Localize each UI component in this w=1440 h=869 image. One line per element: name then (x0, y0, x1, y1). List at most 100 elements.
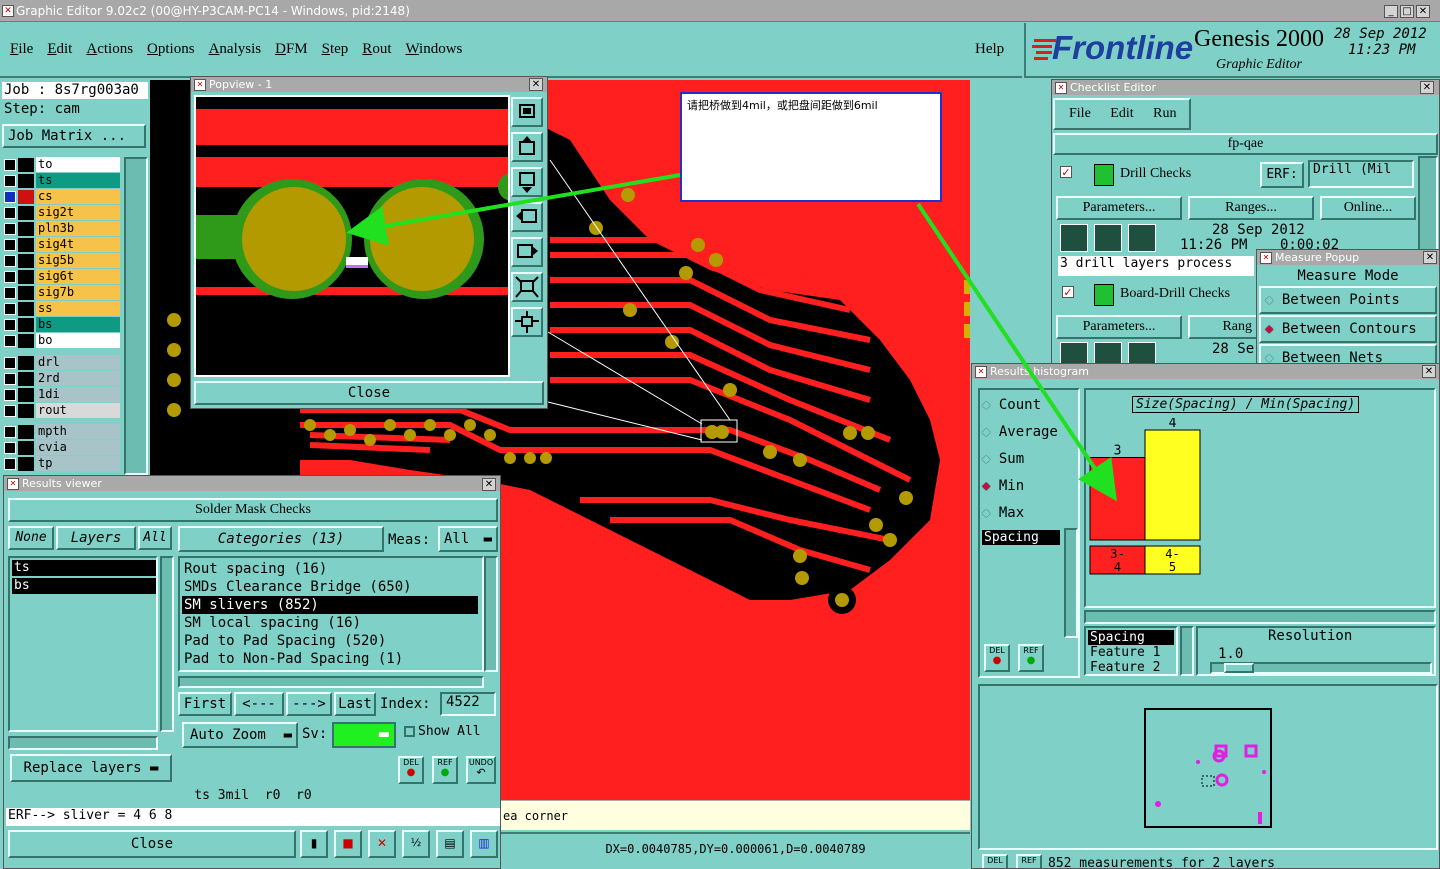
layer-row-to[interactable]: to (2, 157, 122, 173)
menu-rout[interactable]: Rout (362, 41, 391, 57)
layer-affected-toggle[interactable] (18, 174, 34, 188)
layer-row-2rd[interactable]: 2rd (2, 371, 122, 387)
ranges-button-2[interactable]: Rang (1188, 315, 1258, 339)
erf-value[interactable]: Drill (Mil (1308, 160, 1414, 188)
layer-row-bs[interactable]: bs (2, 317, 122, 333)
stat-field-scrollbar[interactable] (1064, 528, 1078, 638)
layer-row-cs[interactable]: cs (2, 189, 122, 205)
layer-row-drl[interactable]: drl (2, 355, 122, 371)
sv-color-dropdown[interactable]: ▬ (332, 722, 396, 748)
spacing-list-item[interactable]: Feature 1 (1088, 645, 1174, 660)
online-button[interactable]: Online... (1320, 196, 1416, 220)
spacing-list-item[interactable]: Feature 2 (1088, 660, 1174, 675)
layer-checkbox[interactable] (4, 458, 16, 470)
layer-row-sig2t[interactable]: sig2t (2, 205, 122, 221)
category-scrollbar[interactable] (484, 556, 498, 672)
layer-row-rout[interactable]: rout (2, 403, 122, 419)
zoom-out-icon[interactable] (511, 307, 543, 337)
results-layer-scrollbar[interactable] (160, 556, 174, 732)
popview-close-icon[interactable]: ✕ (529, 78, 543, 91)
layer-scrollbar[interactable] (124, 157, 148, 475)
layer-checkbox[interactable] (4, 303, 16, 315)
measure-option-between-contours[interactable]: ◆ Between Contours (1259, 315, 1437, 343)
prev-button[interactable]: <--- (234, 692, 284, 716)
histogram-icon[interactable]: ▥ (470, 830, 498, 858)
layer-affected-toggle[interactable] (18, 334, 34, 348)
pan-down-icon[interactable] (511, 167, 543, 197)
notes-icon[interactable]: ▤ (436, 830, 464, 858)
zoom-in-icon[interactable] (511, 272, 543, 302)
layer-affected-toggle[interactable] (18, 222, 34, 236)
layer-checkbox[interactable] (4, 405, 16, 417)
results-ref-button[interactable]: REF ● (432, 756, 458, 784)
layer-affected-toggle[interactable] (18, 404, 34, 418)
last-button[interactable]: Last (334, 692, 376, 716)
layer-affected-toggle[interactable] (18, 302, 34, 316)
run-icon-2[interactable] (1060, 342, 1088, 363)
pan-left-icon[interactable] (511, 202, 543, 232)
zoom-home-icon[interactable] (511, 97, 543, 127)
layer-checkbox[interactable] (4, 319, 16, 331)
layer-checkbox[interactable] (4, 159, 16, 171)
layer-affected-toggle[interactable] (18, 270, 34, 284)
layer-checkbox[interactable] (4, 175, 16, 187)
category-item[interactable]: SMDs Clearance Bridge (650) (182, 578, 478, 596)
layer-affected-toggle[interactable] (18, 238, 34, 252)
layers-all-button[interactable]: All (138, 526, 172, 550)
parameters-button[interactable]: Parameters... (1056, 196, 1182, 220)
maximize-icon[interactable]: □ (1400, 5, 1414, 18)
layer-row-mpth[interactable]: mpth (2, 424, 122, 440)
menu-edit[interactable]: Edit (47, 41, 72, 57)
layer-checkbox[interactable] (4, 442, 16, 454)
layer-checkbox[interactable] (4, 373, 16, 385)
menu-help[interactable]: Help (975, 41, 1004, 58)
layer-checkbox[interactable] (4, 207, 16, 219)
category-item[interactable]: SM slivers (852) (182, 596, 478, 614)
menu-analysis[interactable]: Analysis (209, 41, 262, 57)
layer-checkbox[interactable] (4, 191, 16, 203)
layer-checkbox[interactable] (4, 255, 16, 267)
category-item[interactable]: Pad to Non-Pad Spacing (1) (182, 650, 478, 668)
layer-affected-toggle[interactable] (18, 190, 34, 204)
run-stop-icon-2[interactable] (1128, 342, 1156, 363)
hist-ref-button-2[interactable]: REF (1016, 854, 1042, 868)
minimize-icon[interactable]: _ (1384, 5, 1398, 18)
layer-row-sig4t[interactable]: sig4t (2, 237, 122, 253)
category-item[interactable]: Rout spacing (16) (182, 560, 478, 578)
category-hscroll[interactable] (178, 676, 484, 688)
ranges-button[interactable]: Ranges... (1188, 196, 1314, 220)
hist-ref-button[interactable]: REF ● (1018, 644, 1044, 672)
layer-affected-toggle[interactable] (18, 286, 34, 300)
menu-actions[interactable]: Actions (86, 41, 133, 57)
results-layer-item[interactable]: ts (12, 560, 156, 576)
layer-row-pln3b[interactable]: pln3b (2, 221, 122, 237)
next-button[interactable]: ---> (286, 692, 332, 716)
results-close-button[interactable]: Close (8, 830, 296, 858)
reset-icon[interactable]: ✕ (368, 830, 396, 858)
menu-file[interactable]: File (10, 41, 33, 57)
stat-option-max[interactable]: ◆ Max (982, 502, 1078, 529)
drill-checks-checkbox[interactable]: ✓ (1060, 166, 1072, 178)
pan-right-icon[interactable] (511, 237, 543, 267)
menu-windows[interactable]: Windows (405, 41, 462, 57)
layer-affected-toggle[interactable] (18, 388, 34, 402)
stat-option-sum[interactable]: ◆ Sum (982, 448, 1078, 475)
stat-field-selected[interactable]: Spacing (982, 530, 1060, 545)
histogram-hscroll[interactable] (1084, 610, 1436, 624)
measure-close-icon[interactable]: ✕ (1423, 251, 1437, 264)
layers-none-button[interactable]: None (8, 526, 54, 550)
layer-checkbox[interactable] (4, 389, 16, 401)
measure-option-between-points[interactable]: ◆ Between Points (1259, 286, 1437, 314)
layer-row-bo[interactable]: bo (2, 333, 122, 349)
close-icon[interactable]: ✕ (1416, 5, 1430, 18)
stat-option-average[interactable]: ◆ Average (982, 421, 1078, 448)
spacing-list-scrollbar[interactable] (1180, 626, 1194, 676)
report-icon[interactable]: ■ (334, 830, 362, 858)
layer-checkbox[interactable] (4, 335, 16, 347)
parameters-button-2[interactable]: Parameters... (1056, 315, 1182, 339)
index-input[interactable]: 4522 (440, 692, 496, 716)
histogram-bar[interactable] (1089, 457, 1146, 541)
layer-checkbox[interactable] (4, 271, 16, 283)
checklist-menu-run[interactable]: Run (1153, 106, 1176, 121)
pan-up-icon[interactable] (511, 132, 543, 162)
